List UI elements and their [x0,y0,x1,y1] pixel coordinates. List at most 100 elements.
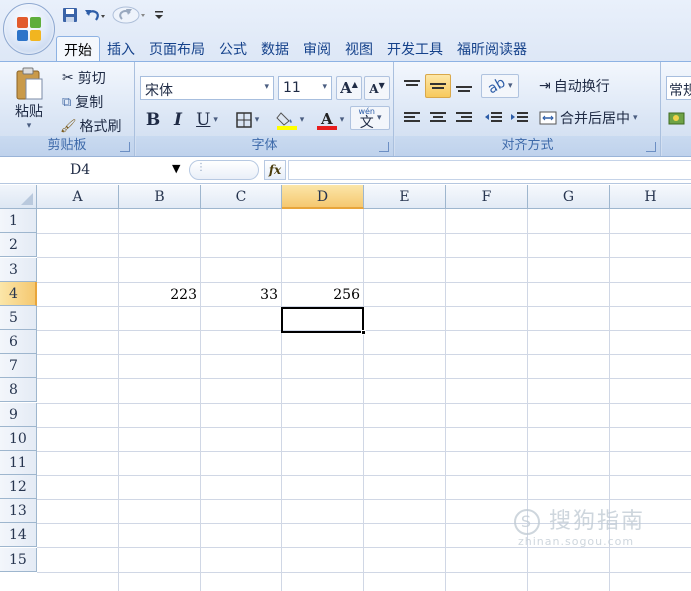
splitter-dots-icon: ⋮ [196,162,206,173]
align-right-button[interactable] [451,106,477,130]
active-cell-D4[interactable] [281,307,364,333]
align-center-button[interactable] [425,106,451,130]
tab-home[interactable]: 开始 [56,36,100,62]
tab-formulas[interactable]: 公式 [212,36,254,62]
decrease-indent-button[interactable] [481,106,507,130]
select-all-button[interactable] [0,185,37,209]
font-size-value: 11 [283,80,301,96]
orientation-button[interactable]: ab ▾ [481,74,519,98]
tab-review[interactable]: 审阅 [296,36,338,62]
gridline [37,572,691,573]
cell-D3[interactable]: 256 [282,283,364,307]
redo-icon[interactable] [112,5,148,25]
paste-button[interactable]: 粘贴 ▾ [6,64,52,134]
column-header-E[interactable]: E [364,185,446,209]
row-header-7[interactable]: 7 [0,354,37,378]
font-name-select[interactable]: 宋体 ▾ [140,76,274,100]
clipboard-launcher-icon[interactable] [120,142,130,152]
alignment-launcher-icon[interactable] [646,142,656,152]
borders-button[interactable]: ▾ [228,108,266,132]
row-header-2[interactable]: 2 [0,233,37,257]
underline-button[interactable]: U ▾ [190,108,224,132]
clipboard-group: 粘贴 ▾ ✂ 剪切 ⧉ 复制 🖌 格式刷 剪贴板 [0,62,135,156]
cut-button[interactable]: ✂ 剪切 [58,66,132,90]
tab-foxit-reader[interactable]: 福昕阅读器 [450,36,534,62]
tab-insert[interactable]: 插入 [100,36,142,62]
row-header-8[interactable]: 8 [0,378,37,402]
row-header-12[interactable]: 12 [0,475,37,499]
column-header-B[interactable]: B [119,185,201,209]
grow-font-button[interactable]: A▲ [336,76,362,100]
copy-button[interactable]: ⧉ 复制 [58,90,132,114]
tab-data[interactable]: 数据 [254,36,296,62]
format-painter-label: 格式刷 [79,119,122,135]
undo-icon[interactable] [84,5,106,25]
formula-bar: D4 ▼ ⋮ fx [0,157,691,184]
watermark: S 搜狗指南 zhinan.sogou.com [514,503,645,548]
scissors-icon: ✂ [62,70,74,86]
chevron-down-icon: ▾ [213,115,218,125]
svg-text:A: A [320,110,333,128]
align-bottom-button[interactable] [451,74,477,98]
office-button[interactable] [3,3,55,55]
title-bar: 开始 插入 页面布局 公式 数据 审阅 视图 开发工具 福昕阅读器 [0,0,691,62]
cell-C3[interactable]: 33 [201,283,282,307]
italic-button[interactable]: I [166,108,190,132]
gridline [363,209,364,591]
row-header-10[interactable]: 10 [0,427,37,451]
spreadsheet-grid[interactable]: A B C D E F G H 1 2 3 4 5 6 7 8 9 10 11 … [0,185,691,591]
tab-page-layout[interactable]: 页面布局 [142,36,212,62]
save-icon[interactable] [62,5,78,25]
wrap-text-icon: ⇥ [539,78,551,94]
align-top-button[interactable] [399,74,425,98]
shrink-font-button[interactable]: A▼ [364,76,390,100]
row-header-4[interactable]: 4 [0,282,37,306]
row-header-1[interactable]: 1 [0,209,37,233]
column-header-D[interactable]: D [282,185,364,209]
column-header-H[interactable]: H [610,185,691,209]
cell-B3[interactable]: 223 [119,283,201,307]
align-left-button[interactable] [399,106,425,130]
font-launcher-icon[interactable] [379,142,389,152]
column-header-G[interactable]: G [528,185,610,209]
alignment-group-label: 对齐方式 [395,136,660,156]
gridline [445,209,446,591]
italic-icon: I [174,110,182,130]
align-middle-button[interactable] [425,74,451,98]
row-header-14[interactable]: 14 [0,523,37,547]
number-format-select[interactable]: 常规 [666,76,691,100]
name-box[interactable]: D4 [0,159,186,181]
row-header-3[interactable]: 3 [0,258,37,282]
merge-center-button[interactable]: 合并后居中 ▾ [539,106,657,130]
font-color-button[interactable]: A ▾ [312,108,348,132]
column-header-C[interactable]: C [201,185,282,209]
font-size-select[interactable]: 11 ▾ [278,76,332,100]
column-header-A[interactable]: A [37,185,119,209]
phonetic-guide-button[interactable]: wén 文 ▾ [350,106,390,130]
tab-view[interactable]: 视图 [338,36,380,62]
fill-handle[interactable] [361,330,366,335]
row-header-9[interactable]: 9 [0,403,37,427]
chevron-down-icon: ▾ [377,113,382,123]
bold-button[interactable]: B [140,108,166,132]
row-header-5[interactable]: 5 [0,306,37,330]
shrink-font-icon: A▼ [369,80,385,96]
fill-color-button[interactable]: ▾ [270,108,310,132]
column-header-F[interactable]: F [446,185,528,209]
wrap-text-button[interactable]: ⇥ 自动换行 [539,74,635,98]
increase-indent-button[interactable] [507,106,533,130]
format-painter-button[interactable]: 🖌 格式刷 [58,114,132,138]
tab-developer[interactable]: 开发工具 [380,36,450,62]
insert-function-button[interactable]: fx [264,160,286,180]
formula-input[interactable] [288,160,691,180]
phonetic-guide-icon: wén 文 [358,106,375,131]
formula-bar-splitter[interactable]: ⋮ [189,160,259,180]
row-header-11[interactable]: 11 [0,451,37,475]
row-header-15[interactable]: 15 [0,548,37,572]
row-header-6[interactable]: 6 [0,330,37,354]
accounting-format-button[interactable] [666,106,688,130]
name-box-dropdown-icon[interactable]: ▼ [172,162,180,175]
row-header-13[interactable]: 13 [0,499,37,523]
align-center-icon [430,112,446,122]
customize-qat-icon[interactable] [154,5,164,25]
